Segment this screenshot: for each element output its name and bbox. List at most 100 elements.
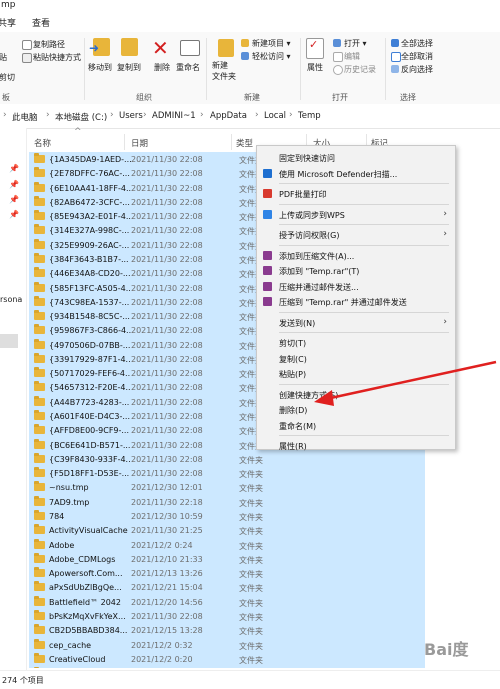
file-name: {BC6E641D-B571-...	[49, 440, 131, 450]
address-bar[interactable]: › 此电脑 › 本地磁盘 (C:) › Users › ADMINI~1 › A…	[0, 104, 500, 129]
rename-button[interactable]: 重命名	[176, 62, 200, 73]
file-type: 文件夹	[239, 498, 263, 508]
menu-item[interactable]: 使用 Microsoft Defender扫描...	[257, 166, 455, 181]
menu-item[interactable]: 添加到 "Temp.rar"(T)	[257, 263, 455, 278]
open-button[interactable]: 打开 ▾	[344, 38, 367, 49]
file-date: 2021/12/13 13:26	[131, 569, 203, 579]
file-name: {4970506D-07BB-...	[49, 340, 131, 350]
select-all-button[interactable]: 全部选择	[401, 38, 433, 49]
file-row[interactable]: 784 2021/12/30 10:59 文件夹	[29, 509, 425, 524]
file-name: Apowersoft.Com...	[49, 569, 123, 579]
watermark-logo: Bai度	[424, 640, 469, 659]
file-name: aPxSdUbZlBgQe...	[49, 583, 122, 593]
folder-icon	[34, 295, 45, 306]
menu-item[interactable]: 属性(R)	[257, 438, 455, 453]
file-row[interactable]: bPsKzMqXvFkYeX... 2021/11/30 22:08 文件夹	[29, 608, 425, 624]
file-type: 文件夹	[239, 570, 263, 580]
pin-icon[interactable]: 📌	[9, 180, 19, 189]
tab-view[interactable]: 查看	[32, 16, 50, 29]
file-row[interactable]: CB2D5BBABD384... 2021/12/15 13:28 文件夹	[29, 623, 425, 638]
file-date: 2021/11/30 22:08	[131, 340, 203, 350]
move-to-button[interactable]: 移动到	[88, 62, 112, 73]
file-type: 文件夹	[239, 484, 263, 494]
invert-selection-button[interactable]: 反向选择	[401, 64, 433, 75]
breadcrumb-item[interactable]: Users	[119, 111, 143, 121]
file-date: 2021/11/30 22:08	[131, 183, 203, 193]
menu-item[interactable]: 重命名(M)	[257, 418, 455, 433]
annotation-arrow-head	[314, 390, 334, 406]
file-row[interactable]: ~nsu.tmp 2021/12/30 12:01 文件夹	[29, 480, 425, 495]
folder-icon	[34, 567, 45, 578]
file-name: Battlefield™ 2042	[49, 597, 121, 607]
file-type: 文件夹	[239, 541, 263, 551]
copy-to-icon	[121, 38, 138, 56]
menu-item[interactable]: 发送到(N) ›	[257, 315, 455, 330]
pin-icon[interactable]: 📌	[9, 210, 19, 219]
pin-icon[interactable]: 📌	[9, 195, 19, 204]
menu-item[interactable]: 固定到快速访问	[257, 150, 455, 165]
column-name[interactable]: 名称	[34, 137, 51, 149]
column-type[interactable]: 类型	[236, 137, 253, 149]
file-row[interactable]: aPxSdUbZlBgQe... 2021/12/21 15:04 文件夹	[29, 580, 425, 595]
file-row[interactable]: cross_oss2021/11/30 22:25文件夹	[29, 666, 425, 668]
rename-icon	[180, 40, 200, 56]
paste-partial-label[interactable]: 贴	[0, 52, 7, 63]
winrar-icon	[263, 266, 272, 275]
easy-access-button[interactable]: 轻松访问 ▾	[252, 51, 291, 62]
pin-icon[interactable]: 📌	[9, 164, 19, 173]
copy-path-button[interactable]: 复制路径	[33, 39, 65, 50]
file-row[interactable]: {F5D18FF1-D53E-... 2021/11/30 22:08 文件夹	[29, 466, 425, 481]
breadcrumb-item[interactable]: Local	[264, 111, 286, 121]
delete-button[interactable]: 删除	[154, 62, 170, 73]
file-row[interactable]: 7AD9.tmp 2021/11/30 22:18 文件夹	[29, 494, 425, 510]
properties-button[interactable]: 属性	[307, 62, 323, 73]
breadcrumb-item[interactable]: 此电脑	[12, 111, 38, 123]
file-date: 2021/11/30 22:08	[131, 383, 203, 393]
file-row[interactable]: {C39F8430-933F-4... 2021/11/30 22:08 文件夹	[29, 451, 425, 467]
menu-item[interactable]: 压缩并通过邮件发送...	[257, 279, 455, 294]
file-row[interactable]: Adobe 2021/12/2 0:24 文件夹	[29, 537, 425, 553]
file-date: 2021/11/30 22:08	[131, 197, 203, 207]
defender-icon	[263, 168, 272, 178]
tab-share[interactable]: 共享	[0, 16, 16, 29]
new-item-button[interactable]: 新建项目 ▾	[252, 38, 291, 49]
breadcrumb-item[interactable]: ADMINI~1	[152, 111, 196, 121]
column-divider[interactable]	[124, 134, 125, 150]
file-row[interactable]: Battlefield™ 2042 2021/12/20 14:56 文件夹	[29, 594, 425, 610]
menu-item[interactable]: 上传或同步到WPS ›	[257, 207, 455, 222]
file-row[interactable]: ActivityVisualCache 2021/11/30 21:25 文件夹	[29, 523, 425, 538]
file-date: 2021/11/30 22:08	[131, 354, 203, 364]
nav-item-selected[interactable]	[0, 334, 18, 348]
breadcrumb-item[interactable]: Temp	[298, 111, 321, 121]
file-name: {446E34A8-CD20-...	[49, 269, 131, 279]
menu-item[interactable]: 压缩到 "Temp.rar" 并通过邮件发送	[257, 294, 455, 309]
new-folder-button[interactable]: 新建 文件夹	[212, 60, 236, 82]
chevron-right-icon: ›	[289, 110, 293, 120]
select-none-button[interactable]: 全部取消	[401, 51, 433, 62]
nav-item-partial[interactable]: rsona	[0, 295, 22, 304]
edit-button[interactable]: 编辑	[344, 51, 360, 62]
folder-icon	[34, 624, 45, 635]
file-type: 文件夹	[239, 513, 263, 522]
file-row[interactable]: cep_cache 2021/12/2 0:32 文件夹	[29, 637, 425, 653]
file-date: 2021/11/30 22:08	[131, 169, 203, 179]
paste-shortcut-button[interactable]: 粘贴快捷方式	[33, 52, 81, 63]
copy-to-button[interactable]: 复制到	[117, 62, 141, 73]
folder-icon	[34, 210, 45, 221]
file-row[interactable]: Adobe_CDMLogs 2021/12/10 21:33 文件夹	[29, 551, 425, 567]
menu-item[interactable]: 授予访问权限(G) ›	[257, 227, 455, 242]
menu-item[interactable]: 添加到压缩文件(A)...	[257, 248, 455, 263]
history-button[interactable]: 历史记录	[344, 64, 376, 75]
breadcrumb-item[interactable]: AppData	[210, 111, 247, 121]
edit-icon	[333, 52, 343, 62]
file-row[interactable]: Apowersoft.Com... 2021/12/13 13:26 文件夹	[29, 566, 425, 581]
column-divider[interactable]	[231, 134, 232, 150]
menu-item[interactable]: 剪切(T)	[257, 335, 455, 350]
file-date: 2021/12/20 14:56	[131, 597, 203, 607]
cut-partial-label[interactable]: 剪切	[0, 72, 15, 83]
file-row[interactable]: CreativeCloud 2021/12/2 0:20 文件夹	[29, 651, 425, 667]
column-date[interactable]: 日期	[131, 137, 148, 149]
menu-item[interactable]: PDF批量打印	[257, 186, 455, 201]
file-name: 7AD9.tmp	[49, 497, 90, 507]
breadcrumb-item[interactable]: 本地磁盘 (C:)	[55, 111, 107, 123]
